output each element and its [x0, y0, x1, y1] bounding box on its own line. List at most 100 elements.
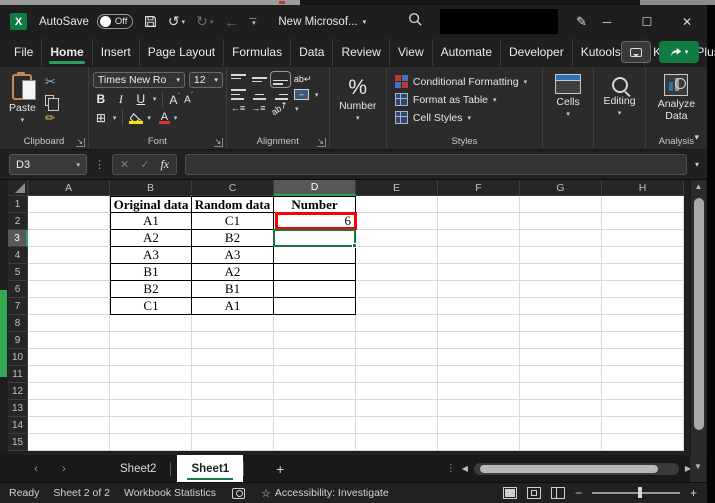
cell-G3[interactable]	[520, 230, 602, 247]
save-button[interactable]	[144, 15, 157, 28]
row-header-9[interactable]: 9	[8, 332, 28, 349]
workbook-statistics-button[interactable]: Workbook Statistics	[124, 487, 216, 499]
select-all-button[interactable]	[8, 180, 28, 196]
cell-G2[interactable]	[520, 213, 602, 230]
cell-F3[interactable]	[438, 230, 520, 247]
cell-C6[interactable]: B1	[192, 281, 274, 298]
cell-F14[interactable]	[438, 417, 520, 434]
cell-E1[interactable]	[356, 196, 438, 213]
cell-F4[interactable]	[438, 247, 520, 264]
cell-C10[interactable]	[192, 349, 274, 366]
ribbon-tab-review[interactable]: Review	[333, 39, 389, 66]
bold-button[interactable]: B	[93, 92, 109, 106]
increase-font-size-button[interactable]: Aˆ	[169, 93, 180, 106]
italic-button[interactable]: I	[113, 92, 129, 107]
wrap-text-button[interactable]: ab↵	[294, 75, 312, 84]
cell-A11[interactable]	[28, 366, 110, 383]
cell-D1[interactable]: Number	[274, 196, 356, 213]
cell-H8[interactable]	[602, 315, 684, 332]
editing-button[interactable]: Editing ▾	[598, 72, 640, 133]
cell-E9[interactable]	[356, 332, 438, 349]
cell-F5[interactable]	[438, 264, 520, 281]
cell-A9[interactable]	[28, 332, 110, 349]
alignment-dialog-launcher[interactable]: ↘	[317, 138, 326, 147]
sheet-tab-sheet2[interactable]: Sheet2	[106, 455, 170, 482]
ribbon-tab-data[interactable]: Data	[291, 39, 333, 66]
cell-B9[interactable]	[110, 332, 192, 349]
cell-D7[interactable]	[274, 298, 356, 315]
cell-D6[interactable]	[274, 281, 356, 298]
chevron-down-icon[interactable]: ▾	[113, 114, 117, 122]
scroll-up-arrow-icon[interactable]: ▲	[691, 180, 706, 194]
cell-A7[interactable]	[28, 298, 110, 315]
new-sheet-button[interactable]: +	[276, 461, 284, 477]
tab-scrollbar-splitter[interactable]: ⋮	[446, 463, 456, 474]
cell-D13[interactable]	[274, 400, 356, 417]
cell-F12[interactable]	[438, 383, 520, 400]
cell-H4[interactable]	[602, 247, 684, 264]
column-header-d[interactable]: D	[274, 180, 356, 196]
cell-G4[interactable]	[520, 247, 602, 264]
cell-E11[interactable]	[356, 366, 438, 383]
cell-D10[interactable]	[274, 349, 356, 366]
chevron-down-icon[interactable]: ▾	[174, 114, 178, 122]
cell-E4[interactable]	[356, 247, 438, 264]
column-header-b[interactable]: B	[110, 180, 192, 196]
cell-styles-button[interactable]: Cell Styles ▾	[395, 111, 527, 124]
column-header-h[interactable]: H	[602, 180, 684, 196]
column-header-g[interactable]: G	[520, 180, 602, 196]
zoom-slider[interactable]	[592, 492, 680, 494]
autosave-toggle[interactable]: Off	[97, 14, 133, 29]
clipboard-dialog-launcher[interactable]: ↘	[76, 138, 85, 147]
share-button[interactable]: ▾	[659, 41, 699, 63]
cell-B6[interactable]: B2	[110, 281, 192, 298]
column-header-a[interactable]: A	[28, 180, 110, 196]
normal-view-button[interactable]	[503, 487, 517, 499]
cell-C13[interactable]	[192, 400, 274, 417]
cell-F1[interactable]	[438, 196, 520, 213]
cell-D8[interactable]	[274, 315, 356, 332]
cell-G6[interactable]	[520, 281, 602, 298]
row-header-7[interactable]: 7	[8, 298, 28, 315]
cell-H15[interactable]	[602, 434, 684, 451]
cell-B11[interactable]	[110, 366, 192, 383]
row-header-14[interactable]: 14	[8, 417, 28, 434]
column-header-f[interactable]: F	[438, 180, 520, 196]
cell-B3[interactable]: A2	[110, 230, 192, 247]
cell-A12[interactable]	[28, 383, 110, 400]
cell-A8[interactable]	[28, 315, 110, 332]
cell-E7[interactable]	[356, 298, 438, 315]
copy-button[interactable]: ▾	[45, 93, 60, 107]
cell-E13[interactable]	[356, 400, 438, 417]
ribbon-tab-automate[interactable]: Automate	[433, 39, 501, 66]
cell-B13[interactable]	[110, 400, 192, 417]
cell-B5[interactable]: B1	[110, 264, 192, 281]
document-title[interactable]: New Microsof...▾	[278, 16, 366, 28]
cell-B1[interactable]: Original data	[110, 196, 192, 213]
increase-indent-button[interactable]: →≡	[251, 104, 265, 113]
status-sheet-count[interactable]: Sheet 2 of 2	[53, 487, 110, 499]
cell-A1[interactable]	[28, 196, 110, 213]
cell-C8[interactable]	[192, 315, 274, 332]
row-header-2[interactable]: 2	[8, 213, 28, 230]
cell-D11[interactable]	[274, 366, 356, 383]
fill-color-button[interactable]	[129, 113, 143, 124]
comments-button[interactable]	[621, 41, 651, 63]
chevron-down-icon[interactable]: ▾	[153, 95, 157, 103]
cell-G5[interactable]	[520, 264, 602, 281]
cell-H7[interactable]	[602, 298, 684, 315]
row-header-5[interactable]: 5	[8, 264, 28, 281]
cell-C12[interactable]	[192, 383, 274, 400]
row-header-12[interactable]: 12	[8, 383, 28, 400]
underline-button[interactable]: U	[133, 92, 149, 106]
cell-G13[interactable]	[520, 400, 602, 417]
back-button[interactable]: ←	[224, 14, 238, 30]
cell-D14[interactable]	[274, 417, 356, 434]
zoom-slider-handle[interactable]	[638, 487, 642, 498]
column-header-e[interactable]: E	[356, 180, 438, 196]
cell-B14[interactable]	[110, 417, 192, 434]
font-dialog-launcher[interactable]: ↘	[214, 138, 223, 147]
vertical-scrollbar[interactable]: ▲	[690, 180, 706, 455]
column-header-c[interactable]: C	[192, 180, 274, 196]
cell-C15[interactable]	[192, 434, 274, 451]
